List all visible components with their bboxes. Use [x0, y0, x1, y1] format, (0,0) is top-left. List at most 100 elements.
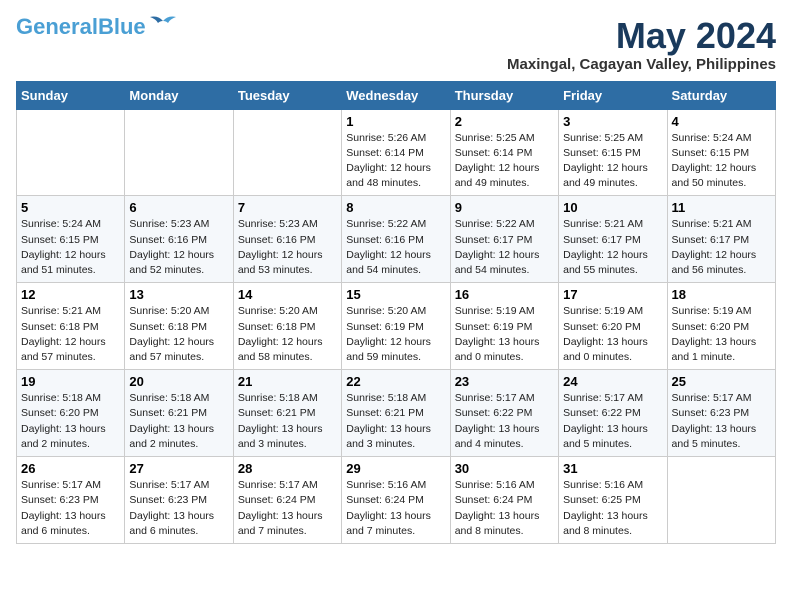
day-info: Sunrise: 5:16 AMSunset: 6:25 PMDaylight:…: [563, 478, 662, 539]
page-header: GeneralBlue May 2024 Maxingal, Cagayan V…: [16, 16, 776, 73]
calendar-cell: 22 Sunrise: 5:18 AMSunset: 6:21 PMDayligh…: [342, 370, 450, 457]
day-info: Sunrise: 5:23 AMSunset: 6:16 PMDaylight:…: [238, 217, 337, 278]
day-number: 24: [563, 374, 662, 389]
day-number: 9: [455, 200, 554, 215]
calendar-cell: 2 Sunrise: 5:25 AMSunset: 6:14 PMDaylight…: [450, 109, 558, 196]
weekday-header-saturday: Saturday: [667, 81, 775, 109]
location-subtitle: Maxingal, Cagayan Valley, Philippines: [507, 56, 776, 73]
weekday-header-row: SundayMondayTuesdayWednesdayThursdayFrid…: [17, 81, 776, 109]
day-info: Sunrise: 5:21 AMSunset: 6:18 PMDaylight:…: [21, 304, 120, 365]
day-number: 1: [346, 114, 445, 129]
day-info: Sunrise: 5:18 AMSunset: 6:21 PMDaylight:…: [346, 391, 445, 452]
day-info: Sunrise: 5:18 AMSunset: 6:21 PMDaylight:…: [129, 391, 228, 452]
day-info: Sunrise: 5:16 AMSunset: 6:24 PMDaylight:…: [455, 478, 554, 539]
month-year-title: May 2024: [507, 16, 776, 56]
calendar-cell: 19Sunrise: 5:18 AMSunset: 6:20 PMDayligh…: [17, 370, 125, 457]
day-info: Sunrise: 5:24 AMSunset: 6:15 PMDaylight:…: [672, 131, 771, 192]
day-number: 21: [238, 374, 337, 389]
day-number: 20: [129, 374, 228, 389]
calendar-week-row: 19Sunrise: 5:18 AMSunset: 6:20 PMDayligh…: [17, 370, 776, 457]
day-info: Sunrise: 5:22 AMSunset: 6:17 PMDaylight:…: [455, 217, 554, 278]
day-info: Sunrise: 5:23 AMSunset: 6:16 PMDaylight:…: [129, 217, 228, 278]
day-info: Sunrise: 5:24 AMSunset: 6:15 PMDaylight:…: [21, 217, 120, 278]
calendar-cell: 4 Sunrise: 5:24 AMSunset: 6:15 PMDaylight…: [667, 109, 775, 196]
day-info: Sunrise: 5:20 AMSunset: 6:18 PMDaylight:…: [238, 304, 337, 365]
calendar-cell: 3 Sunrise: 5:25 AMSunset: 6:15 PMDaylight…: [559, 109, 667, 196]
calendar-cell: 13 Sunrise: 5:20 AMSunset: 6:18 PMDayligh…: [125, 283, 233, 370]
calendar-cell: [17, 109, 125, 196]
day-number: 14: [238, 287, 337, 302]
day-info: Sunrise: 5:21 AMSunset: 6:17 PMDaylight:…: [672, 217, 771, 278]
calendar-cell: 25Sunrise: 5:17 AMSunset: 6:23 PMDayligh…: [667, 370, 775, 457]
logo-text: GeneralBlue: [16, 16, 146, 38]
day-number: 29: [346, 461, 445, 476]
calendar-cell: 26Sunrise: 5:17 AMSunset: 6:23 PMDayligh…: [17, 457, 125, 544]
weekday-header-thursday: Thursday: [450, 81, 558, 109]
day-info: Sunrise: 5:18 AMSunset: 6:21 PMDaylight:…: [238, 391, 337, 452]
day-number: 26: [21, 461, 120, 476]
day-number: 22: [346, 374, 445, 389]
day-info: Sunrise: 5:25 AMSunset: 6:14 PMDaylight:…: [455, 131, 554, 192]
calendar-cell: 9 Sunrise: 5:22 AMSunset: 6:17 PMDaylight…: [450, 196, 558, 283]
calendar-cell: 27Sunrise: 5:17 AMSunset: 6:23 PMDayligh…: [125, 457, 233, 544]
day-number: 30: [455, 461, 554, 476]
day-info: Sunrise: 5:26 AMSunset: 6:14 PMDaylight:…: [346, 131, 445, 192]
calendar-cell: 1 Sunrise: 5:26 AMSunset: 6:14 PMDaylight…: [342, 109, 450, 196]
calendar-cell: 24 Sunrise: 5:17 AMSunset: 6:22 PMDayligh…: [559, 370, 667, 457]
calendar-cell: 20 Sunrise: 5:18 AMSunset: 6:21 PMDayligh…: [125, 370, 233, 457]
calendar-cell: 5 Sunrise: 5:24 AMSunset: 6:15 PMDaylight…: [17, 196, 125, 283]
day-info: Sunrise: 5:25 AMSunset: 6:15 PMDaylight:…: [563, 131, 662, 192]
calendar-cell: [667, 457, 775, 544]
day-number: 23: [455, 374, 554, 389]
day-number: 5: [21, 200, 120, 215]
day-number: 19: [21, 374, 120, 389]
day-number: 16: [455, 287, 554, 302]
day-number: 28: [238, 461, 337, 476]
day-number: 18: [672, 287, 771, 302]
logo-bird-icon: [148, 13, 178, 33]
calendar-cell: 6 Sunrise: 5:23 AMSunset: 6:16 PMDaylight…: [125, 196, 233, 283]
calendar-cell: 21 Sunrise: 5:18 AMSunset: 6:21 PMDayligh…: [233, 370, 341, 457]
day-number: 7: [238, 200, 337, 215]
logo: GeneralBlue: [16, 16, 178, 38]
calendar-cell: 30 Sunrise: 5:16 AMSunset: 6:24 PMDayligh…: [450, 457, 558, 544]
weekday-header-tuesday: Tuesday: [233, 81, 341, 109]
day-number: 3: [563, 114, 662, 129]
day-info: Sunrise: 5:19 AMSunset: 6:19 PMDaylight:…: [455, 304, 554, 365]
calendar-cell: 16 Sunrise: 5:19 AMSunset: 6:19 PMDayligh…: [450, 283, 558, 370]
day-number: 15: [346, 287, 445, 302]
weekday-header-friday: Friday: [559, 81, 667, 109]
calendar-cell: 12Sunrise: 5:21 AMSunset: 6:18 PMDayligh…: [17, 283, 125, 370]
day-info: Sunrise: 5:20 AMSunset: 6:19 PMDaylight:…: [346, 304, 445, 365]
day-info: Sunrise: 5:22 AMSunset: 6:16 PMDaylight:…: [346, 217, 445, 278]
day-info: Sunrise: 5:20 AMSunset: 6:18 PMDaylight:…: [129, 304, 228, 365]
title-block: May 2024 Maxingal, Cagayan Valley, Phili…: [507, 16, 776, 73]
calendar-week-row: 5 Sunrise: 5:24 AMSunset: 6:15 PMDaylight…: [17, 196, 776, 283]
calendar-week-row: 1 Sunrise: 5:26 AMSunset: 6:14 PMDaylight…: [17, 109, 776, 196]
day-info: Sunrise: 5:17 AMSunset: 6:24 PMDaylight:…: [238, 478, 337, 539]
day-number: 11: [672, 200, 771, 215]
day-info: Sunrise: 5:17 AMSunset: 6:23 PMDaylight:…: [129, 478, 228, 539]
day-number: 13: [129, 287, 228, 302]
calendar-cell: 14 Sunrise: 5:20 AMSunset: 6:18 PMDayligh…: [233, 283, 341, 370]
day-info: Sunrise: 5:21 AMSunset: 6:17 PMDaylight:…: [563, 217, 662, 278]
calendar-cell: 11 Sunrise: 5:21 AMSunset: 6:17 PMDayligh…: [667, 196, 775, 283]
day-number: 31: [563, 461, 662, 476]
day-info: Sunrise: 5:19 AMSunset: 6:20 PMDaylight:…: [563, 304, 662, 365]
day-number: 4: [672, 114, 771, 129]
weekday-header-monday: Monday: [125, 81, 233, 109]
day-info: Sunrise: 5:16 AMSunset: 6:24 PMDaylight:…: [346, 478, 445, 539]
calendar-cell: 23 Sunrise: 5:17 AMSunset: 6:22 PMDayligh…: [450, 370, 558, 457]
day-number: 8: [346, 200, 445, 215]
calendar-week-row: 26 Sunrise: 5:17 AMSunset: 6:23 PMDayligh…: [17, 457, 776, 544]
day-info: Sunrise: 5:17 AMSunset: 6:23 PMDaylight:…: [672, 391, 771, 452]
day-info: Sunrise: 5:17 AMSunset: 6:22 PMDaylight:…: [563, 391, 662, 452]
day-info: Sunrise: 5:17 AMSunset: 6:22 PMDaylight:…: [455, 391, 554, 452]
day-number: 6: [129, 200, 228, 215]
calendar-cell: 18 Sunrise: 5:19 AMSunset: 6:20 PMDayligh…: [667, 283, 775, 370]
calendar-cell: 31 Sunrise: 5:16 AMSunset: 6:25 PMDayligh…: [559, 457, 667, 544]
day-info: Sunrise: 5:19 AMSunset: 6:20 PMDaylight:…: [672, 304, 771, 365]
day-number: 2: [455, 114, 554, 129]
day-number: 17: [563, 287, 662, 302]
weekday-header-wednesday: Wednesday: [342, 81, 450, 109]
